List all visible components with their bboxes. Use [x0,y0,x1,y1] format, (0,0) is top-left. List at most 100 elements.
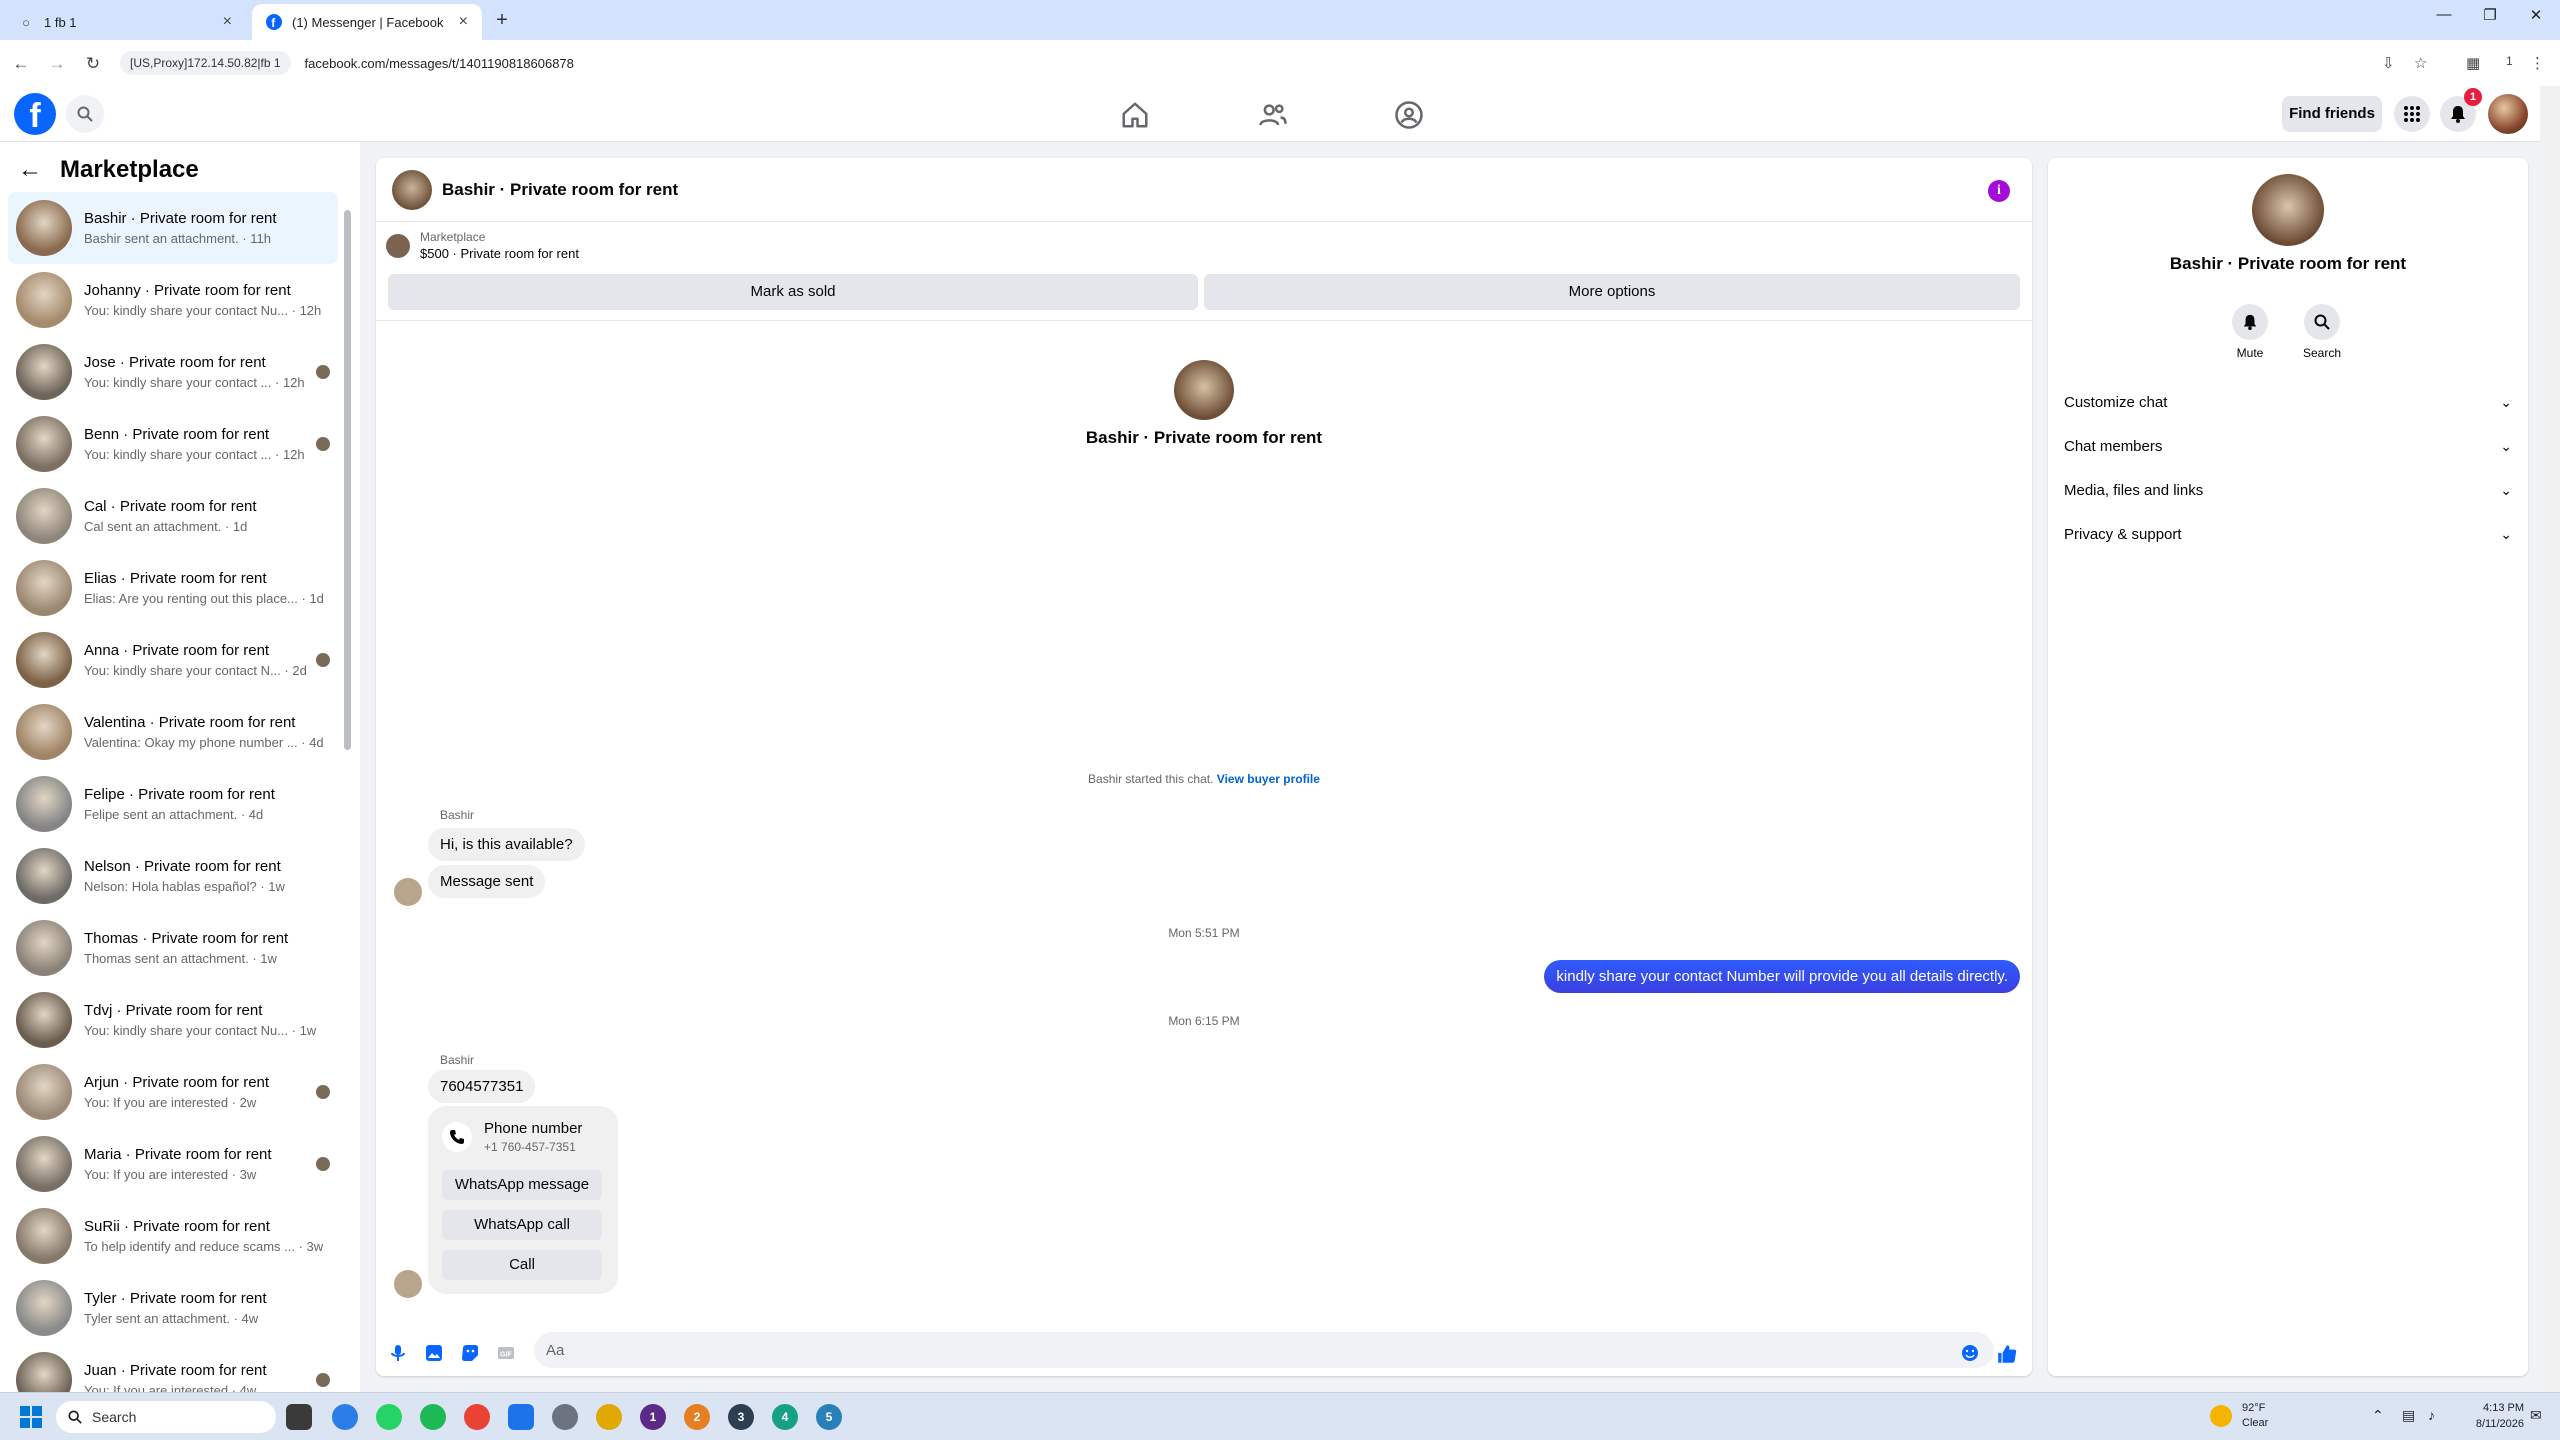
close-tab-icon[interactable]: × [223,13,232,31]
browser-menu-icon[interactable]: ⋮ [2530,54,2545,72]
message-input[interactable] [534,1332,1994,1368]
mark-as-sold-button[interactable]: Mark as sold [388,274,1198,310]
sender-avatar[interactable] [394,1270,422,1298]
conversation-item[interactable]: Tdvj · Private room for rent You: kindly … [8,984,338,1056]
account-avatar[interactable] [2488,94,2528,134]
url-text[interactable]: facebook.com/messages/t/1401190818606878 [305,56,574,71]
friends-icon[interactable] [1258,100,1288,130]
info-icon[interactable]: i [1988,180,2010,202]
close-window-icon[interactable]: ✕ [2516,6,2556,24]
spotify-icon[interactable] [420,1404,446,1430]
whatsapp-icon[interactable] [376,1404,402,1430]
browser-tab-messenger[interactable]: f (1) Messenger | Facebook × [252,4,482,40]
sidebar-scrollbar[interactable] [340,194,354,1384]
chrome-profile-icon[interactable] [464,1404,490,1430]
conversation-item[interactable]: Benn · Private room for rent You: kindly … [8,408,338,480]
find-friends-button[interactable]: Find friends [2282,96,2382,132]
weather-widget[interactable]: 92°F Clear [2210,1401,2268,1431]
address-bar[interactable]: [US,Proxy]172.14.50.82|fb 1 facebook.com… [120,46,2450,80]
extensions-icon[interactable]: ▦ [2466,54,2480,72]
scrollbar-thumb[interactable] [344,210,351,750]
outgoing-message[interactable]: kindly share your contact Number will pr… [1544,960,2020,993]
taskbar-search[interactable]: Search [56,1401,276,1433]
conversation-item[interactable]: Elias · Private room for rent Elias: Are … [8,552,338,624]
proxy-chip[interactable]: [US,Proxy]172.14.50.82|fb 1 [120,51,291,75]
more-options-button[interactable]: More options [1204,274,2020,310]
browser-profile-1-icon[interactable]: 1 [640,1404,666,1430]
chat-title[interactable]: Bashir · Private room for rent [442,180,678,200]
profile-count[interactable]: 1 [2506,54,2513,68]
back-arrow-icon[interactable]: ← [18,156,42,184]
view-buyer-profile-link[interactable]: View buyer profile [1217,772,1320,786]
conversation-item[interactable]: Bashir · Private room for rent Bashir sen… [8,192,338,264]
conversation-item[interactable]: Valentina · Private room for rent Valenti… [8,696,338,768]
groups-icon[interactable] [1394,100,1424,130]
facebook-logo[interactable]: f [14,93,56,135]
reload-icon[interactable]: ↻ [80,51,106,77]
conversation-item[interactable]: Cal · Private room for rent Cal sent an a… [8,480,338,552]
browser-profile-3-icon[interactable]: 3 [728,1404,754,1430]
conversation-item[interactable]: Thomas · Private room for rent Thomas sen… [8,912,338,984]
browser-profile-4-icon[interactable]: 4 [772,1404,798,1430]
forward-icon[interactable]: → [44,51,70,77]
call-button[interactable]: Call [442,1250,602,1280]
windows-start-icon[interactable] [20,1406,42,1428]
info-avatar[interactable] [2252,174,2324,246]
thumbs-up-icon[interactable] [1996,1343,2018,1365]
settings-icon[interactable] [552,1404,578,1430]
conversation-item[interactable]: Nelson · Private room for rent Nelson: Ho… [8,840,338,912]
sender-avatar[interactable] [394,878,422,906]
mute-action[interactable]: Mute [2220,304,2280,360]
incoming-message[interactable]: Hi, is this available? [428,828,585,861]
minimize-icon[interactable]: — [2424,6,2464,23]
home-icon[interactable] [1120,100,1150,130]
section-media-files-links[interactable]: Media, files and links ⌄ [2064,468,2512,512]
section-customize-chat[interactable]: Customize chat ⌄ [2064,380,2512,424]
conversation-item[interactable]: Juan · Private room for rent You: If you … [8,1344,338,1392]
page-scrollbar[interactable] [2542,86,2560,1392]
browser-profile-5-icon[interactable]: 5 [816,1404,842,1430]
app-icon[interactable] [596,1404,622,1430]
browser-tab-bar: ○ 1 fb 1 × f (1) Messenger | Facebook × … [0,0,2560,40]
gif-icon[interactable]: GIF [496,1343,516,1363]
incoming-message[interactable]: Message sent [428,865,546,898]
system-clock[interactable]: 4:13 PM 8/11/2026 [2454,1400,2524,1432]
browser-tab-1[interactable]: ○ 1 fb 1 × [4,4,246,40]
network-icon[interactable]: ▤ [2402,1407,2415,1424]
emoji-icon[interactable] [1960,1343,1980,1363]
task-view-icon[interactable] [286,1404,312,1430]
volume-icon[interactable]: ♪ [2428,1407,2435,1423]
conversation-item[interactable]: Jose · Private room for rent You: kindly … [8,336,338,408]
conversation-item[interactable]: Arjun · Private room for rent You: If you… [8,1056,338,1128]
conversation-item[interactable]: SuRii · Private room for rent To help ide… [8,1200,338,1272]
search-action[interactable]: Search [2292,304,2352,360]
browser-profile-2-icon[interactable]: 2 [684,1404,710,1430]
menu-button[interactable] [2394,96,2430,132]
chevron-up-icon[interactable]: ⌃ [2372,1407,2384,1424]
restore-icon[interactable]: ❐ [2470,6,2510,24]
section-chat-members[interactable]: Chat members ⌄ [2064,424,2512,468]
chrome-icon[interactable] [332,1404,358,1430]
section-privacy-support[interactable]: Privacy & support ⌄ [2064,512,2512,556]
whatsapp-call-button[interactable]: WhatsApp call [442,1210,602,1240]
listing-summary[interactable]: Marketplace $500 · Private room for rent [386,230,579,261]
document-app-icon[interactable] [508,1404,534,1430]
microphone-icon[interactable] [388,1343,408,1363]
install-icon[interactable]: ⇩ [2382,54,2395,72]
conversation-item[interactable]: Maria · Private room for rent You: If you… [8,1128,338,1200]
notification-bell-icon[interactable]: ✉ [2530,1407,2542,1424]
facebook-search-button[interactable] [66,95,104,133]
photo-icon[interactable] [424,1343,444,1363]
conversation-item[interactable]: Tyler · Private room for rent Tyler sent … [8,1272,338,1344]
incoming-message[interactable]: 7604577351 [428,1070,536,1103]
close-tab-icon[interactable]: × [459,13,468,31]
conversation-item[interactable]: Felipe · Private room for rent Felipe sen… [8,768,338,840]
sticker-icon[interactable] [460,1343,480,1363]
chat-avatar[interactable] [392,169,432,210]
back-icon[interactable]: ← [8,51,34,77]
new-tab-button[interactable]: + [490,8,514,32]
whatsapp-message-button[interactable]: WhatsApp message [442,1170,602,1200]
conversation-item[interactable]: Johanny · Private room for rent You: kind… [8,264,338,336]
conversation-item[interactable]: Anna · Private room for rent You: kindly … [8,624,338,696]
bookmark-star-icon[interactable]: ☆ [2414,54,2427,72]
